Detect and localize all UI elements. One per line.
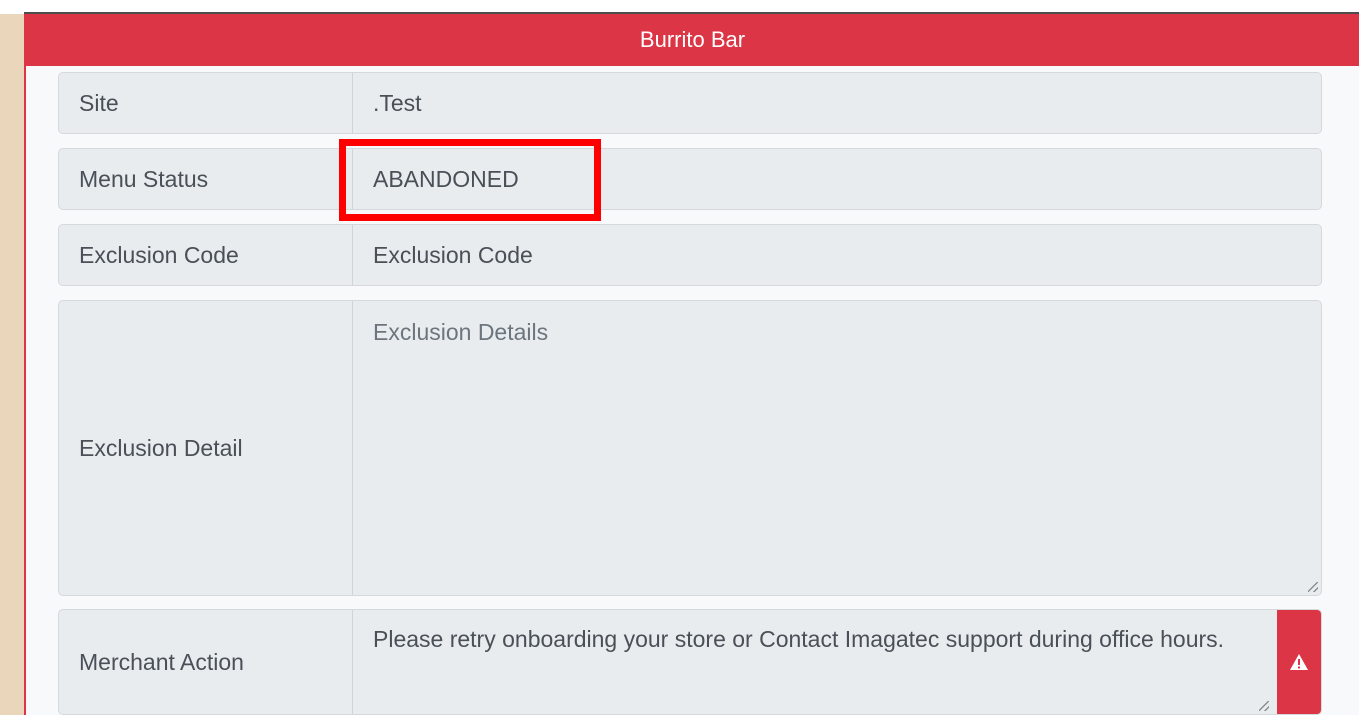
menu-status-row: Menu Status ABANDONED (58, 148, 1322, 210)
exclusion-detail-row: Exclusion Detail Exclusion Details (58, 300, 1322, 596)
store-panel: Burrito Bar Site .Test Menu Status ABAND… (24, 14, 1359, 715)
left-margin-strip (0, 14, 24, 715)
menu-status-label: Menu Status (59, 149, 353, 209)
merchant-action-text: Please retry onboarding your store or Co… (373, 626, 1225, 652)
top-divider (0, 0, 1359, 14)
merchant-action-textarea[interactable]: Please retry onboarding your store or Co… (353, 610, 1321, 714)
menu-status-field[interactable]: ABANDONED (353, 149, 1321, 209)
exclusion-code-label: Exclusion Code (59, 225, 353, 285)
alert-button[interactable] (1277, 610, 1321, 714)
merchant-action-label: Merchant Action (59, 610, 353, 714)
panel-title: Burrito Bar (639, 27, 746, 52)
panel-header: Burrito Bar (26, 14, 1359, 66)
exclusion-detail-textarea[interactable]: Exclusion Details (353, 301, 1321, 595)
site-label: Site (59, 73, 353, 133)
site-row: Site .Test (58, 72, 1322, 134)
site-field[interactable]: .Test (353, 73, 1321, 133)
resize-grip-icon[interactable] (1308, 582, 1318, 592)
warning-icon (1290, 654, 1308, 670)
merchant-action-row: Merchant Action Please retry onboarding … (58, 609, 1322, 715)
exclusion-code-row: Exclusion Code Exclusion Code (58, 224, 1322, 286)
exclusion-code-input[interactable]: Exclusion Code (353, 225, 1321, 285)
exclusion-detail-placeholder: Exclusion Details (373, 319, 549, 345)
exclusion-detail-label: Exclusion Detail (59, 301, 353, 595)
resize-grip-icon[interactable] (1259, 701, 1269, 711)
